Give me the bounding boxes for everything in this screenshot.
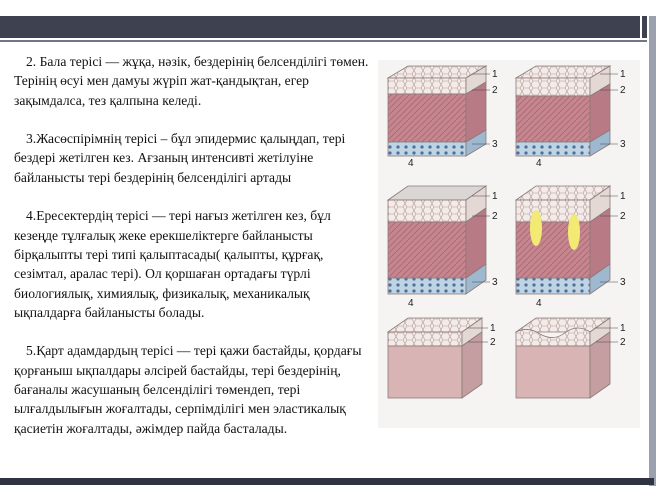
sebaceous-gland-icon [530, 210, 542, 246]
svg-text:1: 1 [492, 191, 498, 202]
header-bar [0, 16, 640, 38]
header-divider [0, 40, 650, 42]
skin-block-elderly [386, 317, 484, 399]
skin-layers-figure: 1 2 3 4 1 2 3 4 1 2 3 4 1 2 3 4 1 2 1 2 [378, 60, 640, 428]
sebaceous-gland-icon [568, 214, 580, 250]
svg-text:1: 1 [490, 323, 496, 334]
svg-text:3: 3 [492, 139, 498, 150]
paragraph-elderly-skin: 5.Қарт адамдардың терісі — тері қажи бас… [14, 343, 362, 436]
svg-text:3: 3 [492, 277, 498, 288]
svg-text:1: 1 [492, 69, 498, 80]
skin-block-adult-glands [514, 185, 612, 295]
text-column: 2. Бала терісі — жұқа, нәзік, бездерінің… [14, 52, 374, 438]
svg-text:4: 4 [536, 158, 542, 169]
paragraph-child-skin: 2. Бала терісі — жұқа, нәзік, бездерінің… [14, 54, 369, 108]
svg-text:4: 4 [536, 298, 542, 309]
skin-layers-illustration: 1 2 3 4 1 2 3 4 1 2 3 4 1 2 3 4 1 2 1 2 [386, 65, 626, 399]
svg-text:4: 4 [408, 158, 414, 169]
skin-block-teen [514, 65, 612, 157]
svg-text:2: 2 [490, 337, 496, 348]
svg-text:2: 2 [620, 85, 626, 96]
svg-text:3: 3 [620, 277, 626, 288]
svg-text:2: 2 [492, 211, 498, 222]
svg-text:4: 4 [408, 298, 414, 309]
skin-block-adult [386, 185, 488, 295]
svg-text:1: 1 [620, 323, 626, 334]
svg-text:1: 1 [620, 69, 626, 80]
svg-text:2: 2 [620, 337, 626, 348]
skin-block-child [386, 65, 488, 157]
paragraph-teen-skin: 3.Жасөспірімнің терісі – бұл эпидермис қ… [14, 131, 346, 185]
svg-text:2: 2 [492, 85, 498, 96]
skin-block-elderly-wrinkled [514, 317, 612, 399]
footer-bar [0, 478, 654, 485]
svg-text:1: 1 [620, 191, 626, 202]
svg-text:3: 3 [620, 139, 626, 150]
svg-text:2: 2 [620, 211, 626, 222]
paragraph-adult-skin: 4.Ересектердің терісі — тері нағыз жетіл… [14, 208, 331, 320]
right-edge-bar [647, 16, 656, 486]
